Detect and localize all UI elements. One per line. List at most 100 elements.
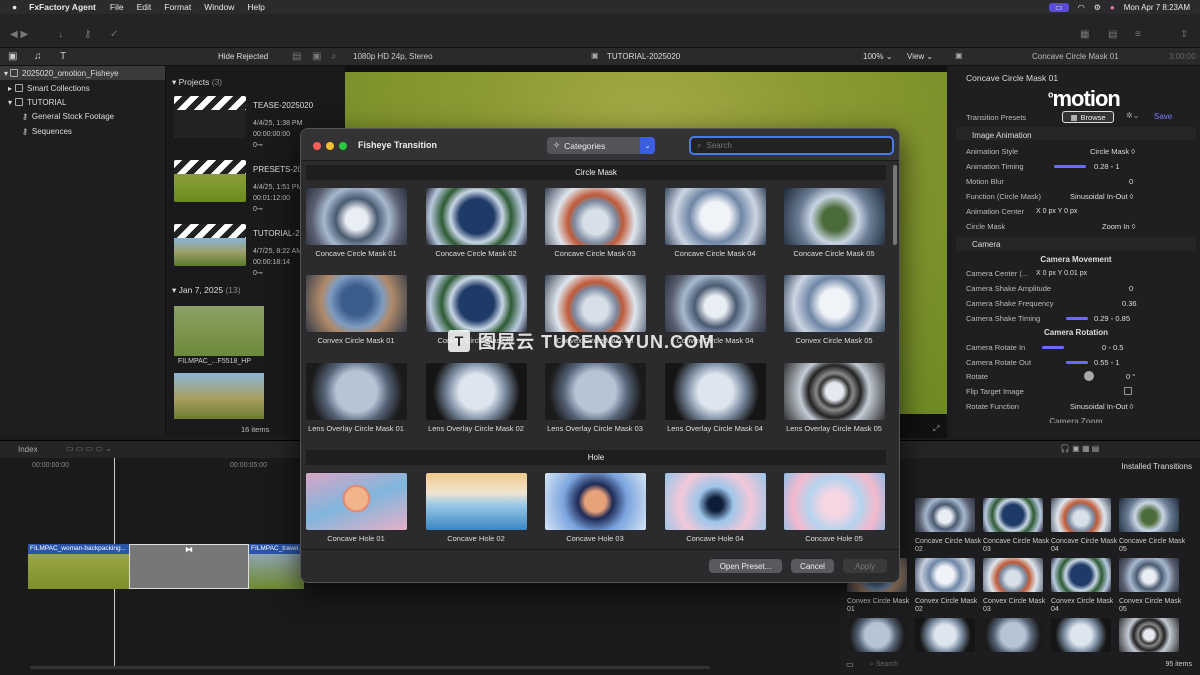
menu-edit[interactable]: Edit <box>137 2 152 12</box>
check-icon[interactable]: ✓ <box>110 29 118 40</box>
transitions-search-field[interactable]: ⌕ Search <box>870 661 898 669</box>
preset-concave-circle-mask-01[interactable] <box>306 188 407 245</box>
preset-lens-overlay-01[interactable] <box>306 363 407 420</box>
preset-concave-hole-01[interactable] <box>306 473 407 530</box>
fullscreen-icon[interactable]: ⤢ <box>933 424 939 434</box>
audio-icons[interactable]: 🎧 ▣ ▦ ▤ <box>1060 444 1099 453</box>
smart-collections-item[interactable]: ▸ Smart Collections <box>0 81 165 95</box>
clock[interactable]: Mon Apr 7 8:23AM <box>1124 3 1190 12</box>
transition-thumb[interactable] <box>1119 498 1179 532</box>
minimize-window-button[interactable] <box>326 142 334 150</box>
animation-center-row[interactable]: Animation Center X 0 px Y 0 px <box>966 204 1186 218</box>
preset-concave-circle-mask-04[interactable] <box>665 188 766 245</box>
preset-concave-circle-mask-05[interactable] <box>784 188 885 245</box>
camera-shake-frequency-row[interactable]: Camera Shake Frequency 0.36 <box>966 296 1186 310</box>
transition-thumb[interactable] <box>915 558 975 592</box>
event-tutorial-item[interactable]: ▾ TUTORIAL <box>0 95 165 109</box>
transition-thumb[interactable] <box>983 498 1043 532</box>
animation-style-row[interactable]: Animation Style Circle Mask ◊ <box>966 144 1186 158</box>
index-button[interactable]: Index <box>18 445 38 454</box>
search-input[interactable]: ⌕ Search <box>689 136 894 155</box>
camera-rotate-in-row[interactable]: Camera Rotate In 0 ◦ 0.5 <box>966 340 1186 354</box>
preset-convex-circle-mask-02[interactable] <box>426 275 527 332</box>
footage-thumbnail[interactable] <box>174 373 264 419</box>
preset-lens-overlay-02[interactable] <box>426 363 527 420</box>
timeline-tools-icon[interactable]: ▭ ▭ ▭ ▭ ⌄ <box>66 444 112 453</box>
clip-view-icon[interactable]: ▣ <box>312 51 321 62</box>
camera-rotate-out-row[interactable]: Camera Rotate Out 0.55 ◦ 1 <box>966 355 1186 369</box>
preset-concave-circle-mask-03[interactable] <box>545 188 646 245</box>
zoom-window-button[interactable] <box>339 142 347 150</box>
wifi-icon[interactable]: ◠ <box>1078 3 1085 12</box>
siri-icon[interactable]: ● <box>1110 3 1115 12</box>
share-icon[interactable]: ⇪ <box>1180 29 1188 40</box>
layout-list-icon[interactable]: ▤ <box>1108 29 1117 40</box>
preset-convex-circle-mask-04[interactable] <box>665 275 766 332</box>
menu-help[interactable]: Help <box>247 2 264 12</box>
import-icon[interactable]: ↓ <box>58 29 63 40</box>
transition-thumb[interactable] <box>983 618 1043 652</box>
cancel-button[interactable]: Cancel <box>791 559 834 573</box>
keyword-general-stock-item[interactable]: ⚷ General Stock Footage <box>0 109 165 123</box>
key-icon[interactable]: ⚷ <box>84 29 91 40</box>
library-item[interactable]: ▾ 2025020_omotion_Fisheye <box>0 66 165 80</box>
transition-thumb[interactable] <box>847 618 907 652</box>
titles-icon[interactable]: T <box>60 51 66 62</box>
projects-header[interactable]: ▾ Projects (3) <box>172 77 222 88</box>
transition-thumb[interactable] <box>1119 558 1179 592</box>
library-icon[interactable]: ▣ <box>8 51 17 62</box>
open-preset-button[interactable]: Open Preset... <box>709 559 782 573</box>
project-thumbnail[interactable] <box>174 96 246 138</box>
photos-icon[interactable]: ♫ <box>34 51 42 62</box>
back-icon[interactable]: ◀ ▶ <box>10 29 28 40</box>
inspector-tab-icon[interactable]: ▣ <box>955 51 963 60</box>
preset-lens-overlay-05[interactable] <box>784 363 885 420</box>
menu-format[interactable]: Format <box>164 2 191 12</box>
preset-lens-overlay-03[interactable] <box>545 363 646 420</box>
layout-grid-icon[interactable]: ▦ <box>1080 29 1089 40</box>
gear-icon[interactable]: ✲⌄ <box>1126 111 1139 120</box>
transition-thumb[interactable] <box>1051 558 1111 592</box>
circle-mask-row[interactable]: Circle Mask Zoom In ◊ <box>966 219 1186 233</box>
transition-thumb[interactable] <box>1051 498 1111 532</box>
function-row[interactable]: Function (Circle Mask) Sinusoidal In-Out … <box>966 189 1186 203</box>
transition-thumb[interactable] <box>1119 618 1179 652</box>
dialog-scrollbar[interactable] <box>893 165 897 245</box>
sidebar-toggle-icon[interactable]: ▭ <box>846 660 854 669</box>
camera-shake-amplitude-row[interactable]: Camera Shake Amplitude 0 <box>966 281 1186 295</box>
save-button[interactable]: Save <box>1154 112 1172 121</box>
flip-target-row[interactable]: Flip Target Image <box>966 384 1186 398</box>
transition-thumb[interactable] <box>1051 618 1111 652</box>
view-dropdown[interactable]: View ⌄ <box>907 52 933 61</box>
search-icon[interactable]: ⌕ <box>331 51 337 62</box>
date-group-header[interactable]: ▾ Jan 7, 2025 (13) <box>172 285 241 296</box>
camera-header[interactable]: Camera <box>972 240 1000 249</box>
preset-lens-overlay-04[interactable] <box>665 363 766 420</box>
animation-timing-row[interactable]: Animation Timing 0.28 ◦ 1 <box>966 159 1186 173</box>
rotate-function-row[interactable]: Rotate Function Sinusoidal In-Out ◊ <box>966 399 1186 413</box>
zoom-dropdown[interactable]: 100% ⌄ <box>863 52 892 61</box>
project-thumbnail[interactable] <box>174 224 246 266</box>
browse-button[interactable]: ▦ Browse <box>1062 111 1114 123</box>
footage-thumbnail[interactable] <box>174 306 264 356</box>
image-animation-header[interactable]: Image Animation <box>972 131 1032 140</box>
hide-rejected-filter[interactable]: Hide Rejected <box>218 52 268 61</box>
project-thumbnail[interactable] <box>174 160 246 202</box>
menu-file[interactable]: File <box>110 2 124 12</box>
transition-thumb[interactable] <box>915 618 975 652</box>
camera-center-row[interactable]: Camera Center (... X 0 px Y 0.01 px <box>966 266 1186 280</box>
screen-record-icon[interactable]: ▭ <box>1049 2 1069 12</box>
camera-shake-timing-row[interactable]: Camera Shake Timing 0.29 ◦ 0.85 <box>966 311 1186 325</box>
list-view-icon[interactable]: ▤ <box>292 51 301 62</box>
preset-concave-hole-04[interactable] <box>665 473 766 530</box>
categories-dropdown[interactable]: ✧ Categories ⌄ <box>547 137 655 154</box>
transition-clip[interactable]: ⧓ <box>129 544 249 589</box>
apple-icon[interactable]: ● <box>12 2 17 12</box>
transition-thumb[interactable] <box>983 558 1043 592</box>
preset-concave-hole-05[interactable] <box>784 473 885 530</box>
preset-convex-circle-mask-03[interactable] <box>545 275 646 332</box>
preset-concave-circle-mask-02[interactable] <box>426 188 527 245</box>
adjust-icon[interactable]: ≡ <box>1135 29 1141 40</box>
timeline-clip-left[interactable]: FILMPAC_woman-backpacking... <box>28 544 129 589</box>
keyword-sequences-item[interactable]: ⚷ Sequences <box>0 124 165 138</box>
